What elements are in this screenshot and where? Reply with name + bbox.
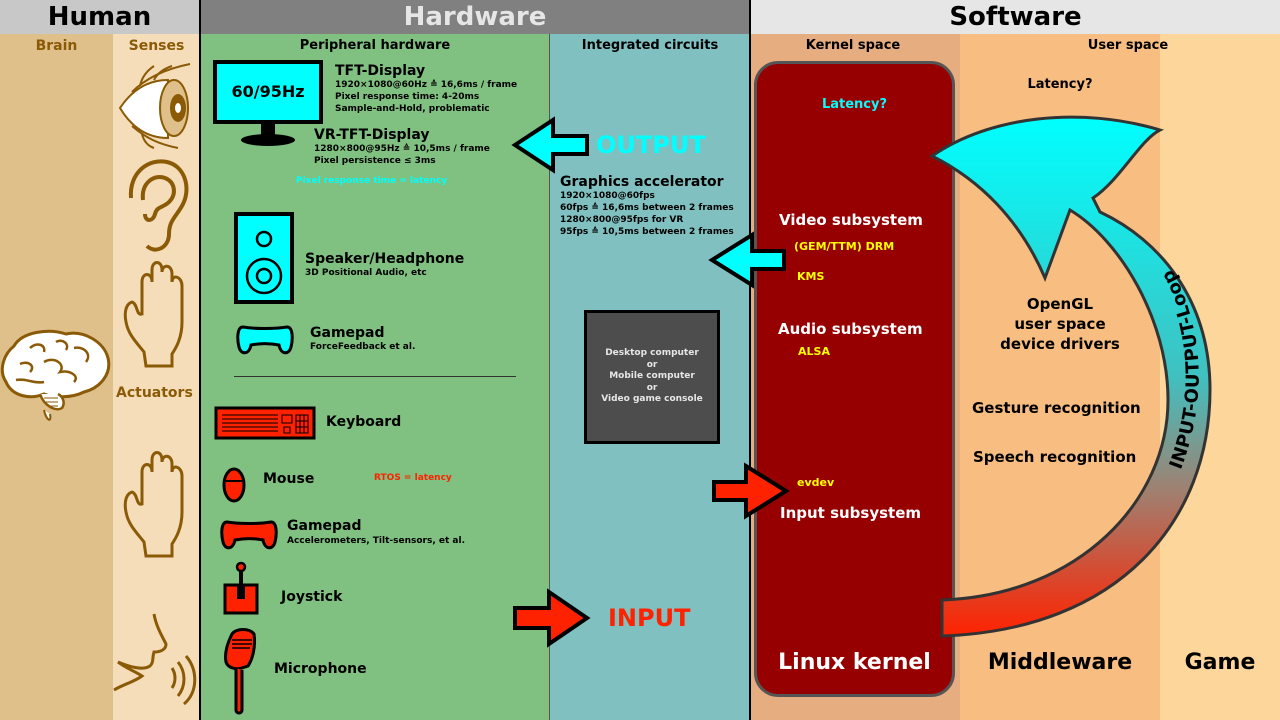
speech-recognition-label: Speech recognition [973,448,1137,466]
gesture-recognition-label: Gesture recognition [972,399,1141,417]
game-label: Game [1184,650,1256,675]
opengl-line-3: device drivers [1000,335,1120,353]
opengl-line-1: OpenGL [1026,295,1094,313]
middleware-label: Middleware [987,650,1133,675]
opengl-line-2: user space [1014,315,1106,333]
input-output-loop-arrow: INPUT-OUTPUT-Loop [929,115,1212,638]
